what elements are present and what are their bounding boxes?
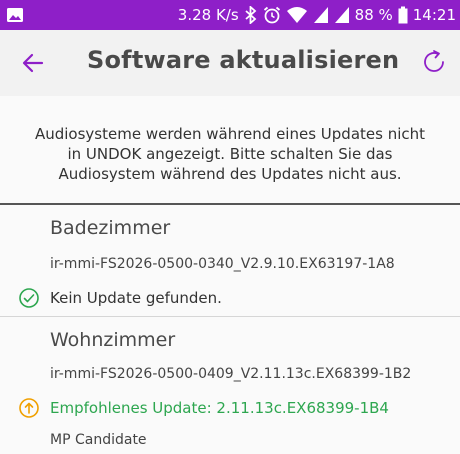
device-note-wohnzimmer: MP Candidate [50, 432, 147, 448]
signal-icon [313, 7, 328, 23]
wifi-icon [286, 7, 307, 23]
page-title: Software aktualisieren [87, 46, 400, 74]
device-status-badezimmer: Kein Update gefunden. [18, 287, 222, 309]
signal-icon-2 [334, 7, 349, 23]
refresh-icon[interactable] [420, 48, 448, 76]
device-status-wohnzimmer[interactable]: Empfohlenes Update: 2.11.13c.EX68399-1B4 [18, 397, 389, 419]
network-speed: 3.28 K/s [177, 6, 239, 24]
check-circle-icon [19, 288, 39, 308]
device-divider [0, 316, 460, 317]
image-icon [7, 8, 23, 22]
device-name-badezimmer: Badezimmer [50, 217, 171, 239]
arrow-left-icon[interactable] [20, 50, 46, 76]
status-text: Kein Update gefunden. [50, 289, 222, 307]
battery-icon [398, 6, 408, 24]
alarm-icon [263, 6, 280, 24]
battery-level: 88 % [354, 6, 393, 24]
recommended-update-link[interactable]: Empfohlenes Update: 2.11.13c.EX68399-1B4 [50, 399, 389, 417]
status-bar: 3.28 K/s 88 % 14:21 [0, 0, 460, 30]
arrow-up-circle-icon [19, 398, 39, 418]
device-firmware-badezimmer: ir-mmi-FS2026-0500-0340_V2.9.10.EX63197-… [50, 256, 395, 272]
update-notice: Audiosysteme werden während eines Update… [34, 125, 426, 183]
device-firmware-wohnzimmer: ir-mmi-FS2026-0500-0409_V2.11.13c.EX6839… [50, 366, 412, 382]
device-name-wohnzimmer: Wohnzimmer [50, 329, 176, 351]
clock: 14:21 [412, 6, 456, 24]
app-toolbar: Software aktualisieren [0, 30, 460, 96]
section-divider [0, 203, 460, 205]
status-bar-right: 3.28 K/s 88 % 14:21 [178, 0, 456, 30]
bluetooth-icon [245, 6, 257, 24]
